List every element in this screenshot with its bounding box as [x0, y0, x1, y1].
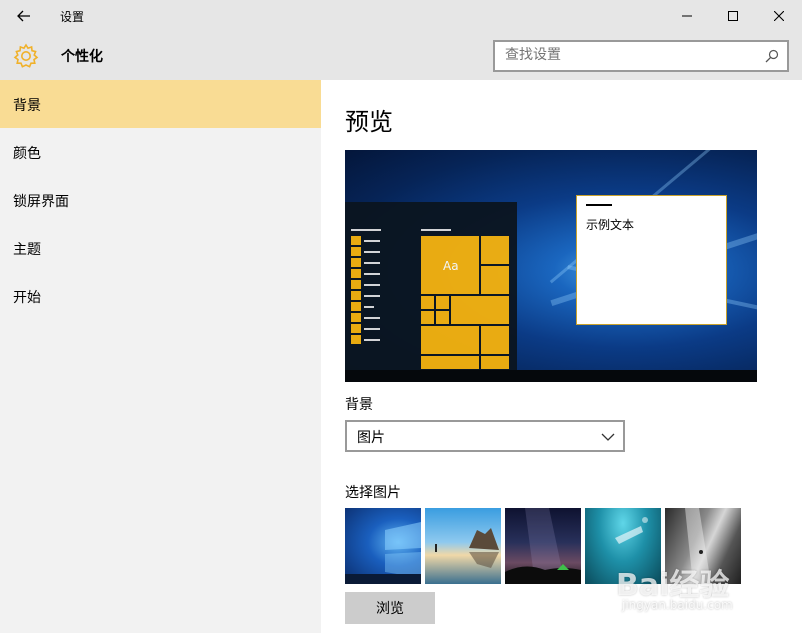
chevron-down-icon [601, 433, 615, 441]
tile [420, 295, 435, 310]
tile [435, 310, 450, 325]
windows-light-image [345, 522, 421, 584]
sidebar-item-label: 颜色 [13, 146, 41, 162]
sidebar-item-label: 开始 [13, 290, 41, 306]
beach-rock-image [435, 528, 499, 568]
sidebar: 背景 颜色 锁屏界面 主题 开始 [0, 80, 321, 633]
picture-thumbnail-underwater[interactable] [585, 508, 661, 584]
menu-line [364, 306, 374, 308]
menu-line [364, 251, 380, 253]
tiles-header-line [421, 229, 451, 231]
underwater-diver-image [615, 517, 648, 544]
dropdown-value: 图片 [357, 430, 385, 446]
tile [480, 235, 510, 265]
tile [480, 265, 510, 295]
arrow-left-icon [17, 10, 30, 22]
tile [435, 295, 450, 310]
sidebar-item-label: 背景 [13, 98, 41, 114]
menu-icon [351, 247, 361, 256]
menu-icon [351, 291, 361, 300]
window-title: 设置 [60, 10, 85, 24]
back-button[interactable] [0, 0, 48, 32]
search-input[interactable] [505, 47, 755, 63]
background-label: 背景 [345, 397, 373, 413]
tile-label: Aa [443, 259, 459, 273]
menu-icon [351, 324, 361, 333]
menu-line [364, 339, 380, 341]
picture-thumbnail-night-sky[interactable] [505, 508, 581, 584]
gear-icon [13, 43, 39, 68]
menu-icon [351, 302, 361, 311]
tile [480, 355, 510, 370]
menu-line [364, 240, 380, 242]
tile [420, 310, 435, 325]
menu-line [364, 284, 380, 286]
wide-tile [420, 325, 480, 355]
wide-tile [450, 295, 510, 325]
menu-line [351, 229, 381, 231]
sample-text: 示例文本 [586, 218, 635, 232]
background-type-dropdown[interactable]: 图片 [345, 420, 625, 452]
menu-line [364, 262, 380, 264]
preview-taskbar [345, 370, 757, 382]
sidebar-item-label: 锁屏界面 [13, 194, 69, 210]
title-bar: 设置 [0, 0, 802, 32]
sidebar-item-colors[interactable]: 颜色 [0, 128, 321, 176]
picture-thumbnail-rock[interactable] [665, 508, 741, 584]
menu-line [364, 328, 380, 330]
menu-line [364, 295, 380, 297]
background-preview: Aa 示例文本 [345, 150, 757, 382]
preview-heading: 预览 [345, 108, 393, 136]
maximize-button[interactable] [710, 0, 756, 32]
menu-line [364, 317, 380, 319]
close-button[interactable] [756, 0, 802, 32]
menu-icon [351, 280, 361, 289]
menu-icon [351, 335, 361, 344]
menu-icon [351, 313, 361, 322]
main-content: 预览 Aa 示例文本 背景 图片 选择图片 浏览 [321, 80, 802, 633]
tile [420, 355, 480, 370]
menu-icon [351, 269, 361, 278]
minimize-button[interactable] [664, 0, 710, 32]
choose-picture-label: 选择图片 [345, 485, 401, 501]
tile [480, 325, 510, 355]
menu-line [364, 273, 380, 275]
picture-thumbnail-windows[interactable] [345, 508, 421, 584]
close-icon [774, 11, 784, 21]
sidebar-item-lock-screen[interactable]: 锁屏界面 [0, 176, 321, 224]
search-box[interactable] [493, 40, 789, 72]
sample-window-bar [586, 204, 612, 206]
menu-icon [351, 258, 361, 267]
large-tile: Aa [420, 235, 480, 295]
picture-thumbnail-beach[interactable] [425, 508, 501, 584]
sidebar-item-background[interactable]: 背景 [0, 80, 321, 128]
preview-sample-window: 示例文本 [576, 195, 727, 325]
minimize-icon [682, 15, 692, 17]
browse-button[interactable]: 浏览 [345, 592, 435, 624]
rock-climber-image [685, 508, 711, 584]
sidebar-item-label: 主题 [13, 242, 41, 258]
search-icon[interactable] [765, 49, 779, 63]
sidebar-item-themes[interactable]: 主题 [0, 224, 321, 272]
sidebar-item-start[interactable]: 开始 [0, 272, 321, 320]
maximize-icon [728, 11, 738, 21]
page-header: 个性化 [0, 32, 802, 80]
page-title: 个性化 [61, 49, 103, 65]
preview-start-menu: Aa [345, 202, 517, 382]
night-sky-image [505, 508, 581, 584]
menu-icon [351, 236, 361, 245]
